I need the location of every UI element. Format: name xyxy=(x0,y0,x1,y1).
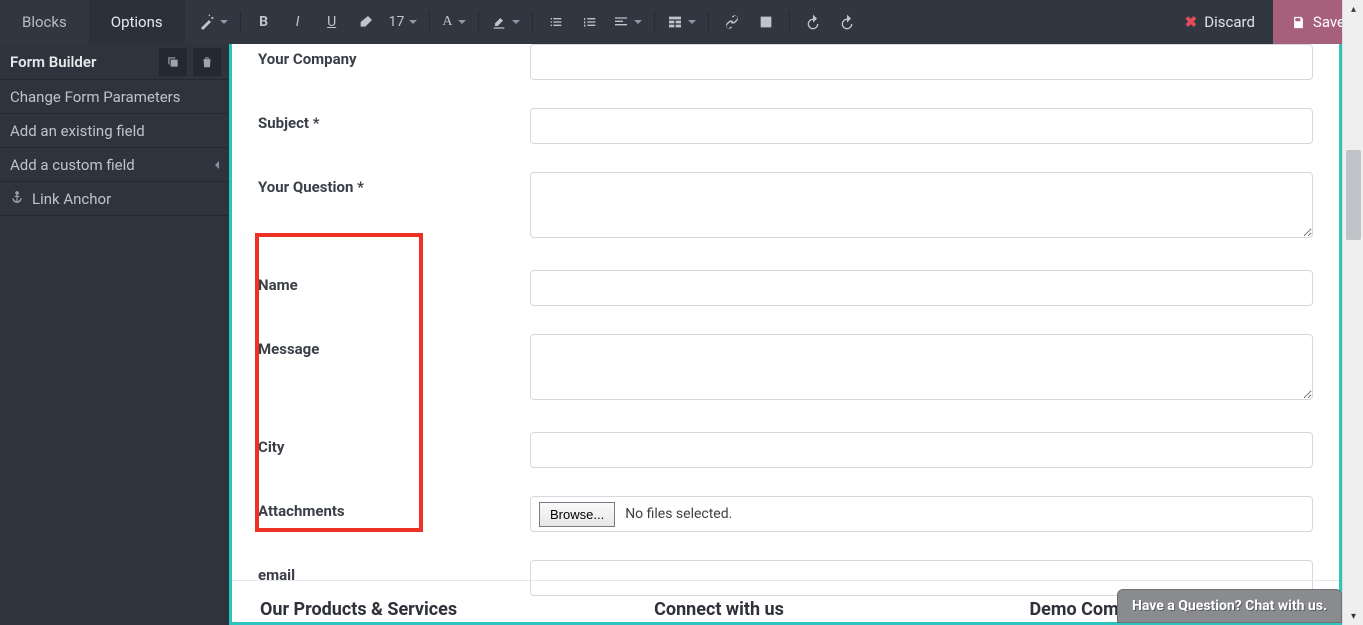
file-input-wrapper[interactable]: Browse... No files selected. xyxy=(530,496,1313,532)
vertical-scrollbar[interactable]: ▴ ▾ xyxy=(1342,0,1363,625)
save-icon xyxy=(1291,15,1306,30)
file-status-text: No files selected. xyxy=(625,506,732,522)
scrollbar-thumb[interactable] xyxy=(1346,150,1361,240)
input-company[interactable] xyxy=(530,44,1313,80)
image-button[interactable] xyxy=(749,0,783,44)
close-icon: ✖ xyxy=(1185,13,1198,31)
toolbar-tabs: Blocks Options xyxy=(0,0,185,44)
font-color-dropdown[interactable]: A xyxy=(436,0,471,44)
editor-toolbar: Blocks Options B I U 17 A xyxy=(0,0,1363,44)
bold-button[interactable]: B xyxy=(247,0,281,44)
table-dropdown[interactable] xyxy=(661,0,702,44)
align-dropdown[interactable] xyxy=(607,0,648,44)
scroll-down-arrow[interactable]: ▾ xyxy=(1343,607,1363,625)
highlight-color-dropdown[interactable] xyxy=(485,0,526,44)
underline-button[interactable]: U xyxy=(315,0,349,44)
label-question: Your Question * xyxy=(258,172,530,196)
input-city[interactable] xyxy=(530,432,1313,468)
sidebar-header: Form Builder xyxy=(0,44,229,80)
chat-widget[interactable]: Have a Question? Chat with us. xyxy=(1117,589,1342,623)
sidebar-item-link-anchor[interactable]: Link Anchor xyxy=(0,182,229,216)
duplicate-button[interactable] xyxy=(159,48,187,76)
sidebar-title: Form Builder xyxy=(10,53,153,71)
sidebar-item-add-existing-field[interactable]: Add an existing field xyxy=(0,114,229,148)
contact-form: Your Company Subject * Your Question * N… xyxy=(232,44,1339,625)
redo-button[interactable] xyxy=(830,0,864,44)
textarea-message[interactable] xyxy=(530,334,1313,400)
scroll-up-arrow[interactable]: ▴ xyxy=(1343,0,1363,18)
copy-icon xyxy=(166,55,180,69)
label-attachments: Attachments xyxy=(258,496,530,520)
sidebar-panel: Form Builder Change Form Parameters Add … xyxy=(0,44,229,625)
sidebar-item-change-params[interactable]: Change Form Parameters xyxy=(0,80,229,114)
trash-icon xyxy=(200,55,214,69)
browse-button[interactable]: Browse... xyxy=(539,502,615,527)
label-city: City xyxy=(258,432,530,456)
anchor-icon xyxy=(10,190,24,208)
unordered-list-button[interactable] xyxy=(539,0,573,44)
footer-products-heading: Our Products & Services xyxy=(260,599,654,620)
toolbar-actions: ✖ Discard Save xyxy=(1167,0,1363,44)
delete-button[interactable] xyxy=(193,48,221,76)
input-subject[interactable] xyxy=(530,108,1313,144)
label-company: Your Company xyxy=(258,44,530,68)
undo-button[interactable] xyxy=(796,0,830,44)
erase-format-button[interactable] xyxy=(349,0,383,44)
label-subject: Subject * xyxy=(258,108,530,132)
sidebar-item-add-custom-field[interactable]: Add a custom field xyxy=(0,148,229,182)
label-message: Message xyxy=(258,334,530,358)
tab-blocks[interactable]: Blocks xyxy=(0,0,89,44)
input-name[interactable] xyxy=(530,270,1313,306)
chevron-left-icon xyxy=(215,161,219,169)
footer-connect-heading: Connect with us xyxy=(654,599,1029,620)
main-editor-area: Your Company Subject * Your Question * N… xyxy=(229,44,1342,625)
font-size-dropdown[interactable]: 17 xyxy=(383,0,424,44)
magic-wand-button[interactable] xyxy=(193,0,234,44)
formatting-tools: B I U 17 A xyxy=(185,0,1167,44)
tab-options[interactable]: Options xyxy=(89,0,185,44)
label-name: Name xyxy=(258,270,530,294)
discard-button[interactable]: ✖ Discard xyxy=(1167,0,1273,44)
textarea-question[interactable] xyxy=(530,172,1313,238)
italic-button[interactable]: I xyxy=(281,0,315,44)
ordered-list-button[interactable] xyxy=(573,0,607,44)
link-button[interactable] xyxy=(715,0,749,44)
